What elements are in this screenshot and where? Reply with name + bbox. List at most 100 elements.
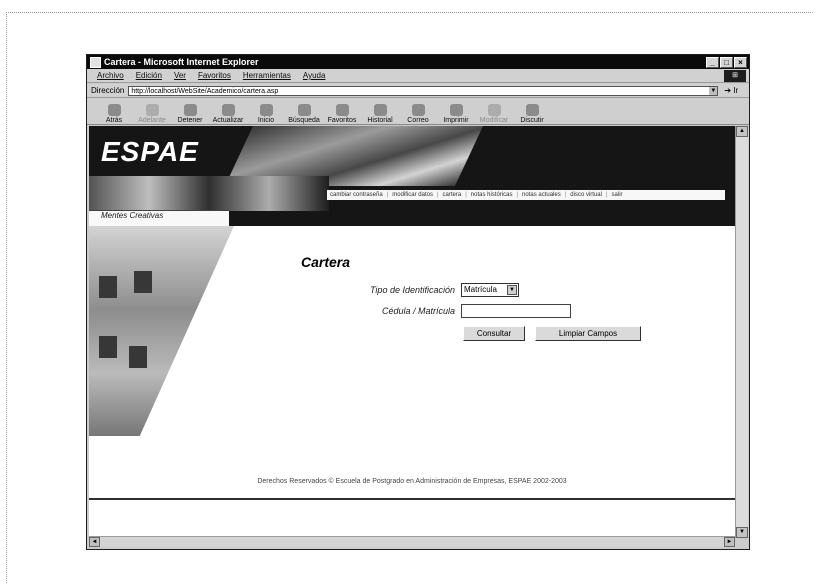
favorites-icon xyxy=(335,104,349,116)
home-icon xyxy=(259,104,273,116)
title-bar: Cartera - Microsoft Internet Explorer _ … xyxy=(87,55,749,69)
print-icon xyxy=(449,104,463,116)
horizontal-scrollbar[interactable]: ◄ ► xyxy=(89,536,735,547)
favorites-button[interactable]: Favoritos xyxy=(323,98,361,124)
site-motto: Mentes Creativas xyxy=(101,211,164,220)
back-button[interactable]: Atrás xyxy=(95,98,133,124)
menu-ayuda[interactable]: Ayuda xyxy=(303,71,326,80)
stop-label: Detener xyxy=(177,117,203,124)
edit-icon xyxy=(487,104,501,116)
ie-app-icon xyxy=(90,56,101,68)
back-label: Atrás xyxy=(105,117,123,124)
edit-label: Modificar xyxy=(479,117,509,124)
refresh-icon xyxy=(221,104,235,116)
menu-archivo[interactable]: Archivo xyxy=(97,71,124,80)
refresh-label: Actualizar xyxy=(212,117,244,124)
menu-edicion[interactable]: Edición xyxy=(136,71,162,80)
page-title: Cartera xyxy=(301,254,351,270)
forward-arrow-icon xyxy=(145,104,159,116)
forward-button[interactable]: Adelante xyxy=(133,98,171,124)
mail-label: Correo xyxy=(407,117,429,124)
history-label: Historial xyxy=(367,117,393,124)
discuss-label: Discutir xyxy=(520,117,544,124)
mail-icon xyxy=(411,104,425,116)
building-window xyxy=(99,276,117,298)
window-controls: _ □ × xyxy=(706,57,747,68)
address-label: Dirección xyxy=(91,86,125,95)
nav-separator: | xyxy=(564,192,567,198)
building-photo xyxy=(89,226,234,436)
scroll-down-icon[interactable]: ▼ xyxy=(736,527,748,538)
go-label: Ir xyxy=(733,86,739,95)
browser-window: Cartera - Microsoft Internet Explorer _ … xyxy=(86,54,750,550)
scroll-up-icon[interactable]: ▲ xyxy=(736,126,748,137)
nav-cartera[interactable]: cartera xyxy=(443,192,462,198)
window-title: Cartera - Microsoft Internet Explorer xyxy=(104,57,259,67)
menu-ver[interactable]: Ver xyxy=(174,71,186,80)
address-dropdown-icon[interactable]: ▼ xyxy=(709,86,718,95)
page-viewport: ESPAE Mentes Creativas cambiar contraseñ… xyxy=(89,126,735,538)
footer-copyright: Derechos Reservados © Escuela de Postgra… xyxy=(257,478,567,485)
espae-logo: ESPAE xyxy=(101,136,199,167)
nav-separator: | xyxy=(516,192,519,198)
stop-button[interactable]: Detener xyxy=(171,98,209,124)
nav-modificar-datos[interactable]: modificar datos xyxy=(392,192,433,198)
print-label: Imprimir xyxy=(443,117,469,124)
maximize-icon[interactable]: □ xyxy=(720,57,733,68)
history-icon xyxy=(373,104,387,116)
history-button[interactable]: Historial xyxy=(361,98,399,124)
discuss-button[interactable]: Discutir xyxy=(513,98,551,124)
nav-notas-actuales[interactable]: notas actuales xyxy=(522,192,561,198)
home-label: Inicio xyxy=(257,117,275,124)
address-bar: Dirección http://localhost/WebSite/Acade… xyxy=(87,84,749,98)
site-nav: cambiar contraseña | modificar datos | car… xyxy=(327,190,725,200)
close-icon[interactable]: × xyxy=(734,57,747,68)
site-banner: ESPAE Mentes Creativas cambiar contraseñ… xyxy=(89,126,735,227)
search-button[interactable]: Búsqueda xyxy=(285,98,323,124)
search-label: Búsqueda xyxy=(288,117,320,124)
id-type-value: Matrícula xyxy=(464,285,497,294)
home-button[interactable]: Inicio xyxy=(247,98,285,124)
vertical-scrollbar[interactable]: ▲ ▼ xyxy=(735,126,748,538)
edit-button[interactable]: Modificar xyxy=(475,98,513,124)
nav-separator: | xyxy=(465,192,467,198)
mail-button[interactable]: Correo xyxy=(399,98,437,124)
menu-herramientas[interactable]: Herramientas xyxy=(243,71,291,80)
address-url: http://localhost/WebSite/Academico/carte… xyxy=(131,87,279,95)
forward-label: Adelante xyxy=(138,117,166,124)
scroll-left-icon[interactable]: ◄ xyxy=(89,537,100,547)
building-window xyxy=(129,346,147,368)
clear-fields-button[interactable]: Limpiar Campos xyxy=(535,326,641,341)
nav-separator: | xyxy=(605,192,608,198)
id-type-select[interactable]: Matrícula ▼ xyxy=(461,283,519,297)
windows-logo-icon: ⊞ xyxy=(724,70,746,82)
id-number-label: Cédula / Matrícula xyxy=(381,306,455,316)
nav-notas-historicas[interactable]: notas históricas xyxy=(471,192,513,198)
address-input[interactable]: http://localhost/WebSite/Academico/carte… xyxy=(128,85,719,96)
go-button[interactable]: ➔ Ir xyxy=(724,86,738,95)
banner-photo xyxy=(89,176,329,211)
refresh-button[interactable]: Actualizar xyxy=(209,98,247,124)
menu-favoritos[interactable]: Favoritos xyxy=(198,71,231,80)
nav-separator: | xyxy=(436,192,439,198)
building-window xyxy=(134,271,152,293)
nav-cambiar-contrasena[interactable]: cambiar contraseña xyxy=(330,192,383,198)
standard-toolbar: Atrás Adelante Detener Actualizar Inicio… xyxy=(87,98,749,125)
search-icon xyxy=(297,104,311,116)
scroll-right-icon[interactable]: ► xyxy=(724,537,735,547)
stop-icon xyxy=(183,104,197,116)
menu-bar: Archivo Edición Ver Favoritos Herramient… xyxy=(87,69,749,83)
back-arrow-icon xyxy=(107,104,121,116)
discuss-icon xyxy=(525,104,539,116)
nav-disco-virtual[interactable]: disco virtual xyxy=(570,192,602,198)
building-window xyxy=(99,336,117,358)
chevron-down-icon[interactable]: ▼ xyxy=(507,285,517,295)
print-button[interactable]: Imprimir xyxy=(437,98,475,124)
id-number-input[interactable] xyxy=(461,304,571,318)
minimize-icon[interactable]: _ xyxy=(706,57,719,68)
consultar-button[interactable]: Consultar xyxy=(463,326,525,341)
nav-salir[interactable]: salir xyxy=(612,192,623,198)
id-type-label: Tipo de Identificación xyxy=(370,285,455,295)
footer-divider xyxy=(89,498,735,500)
nav-separator: | xyxy=(386,192,389,198)
